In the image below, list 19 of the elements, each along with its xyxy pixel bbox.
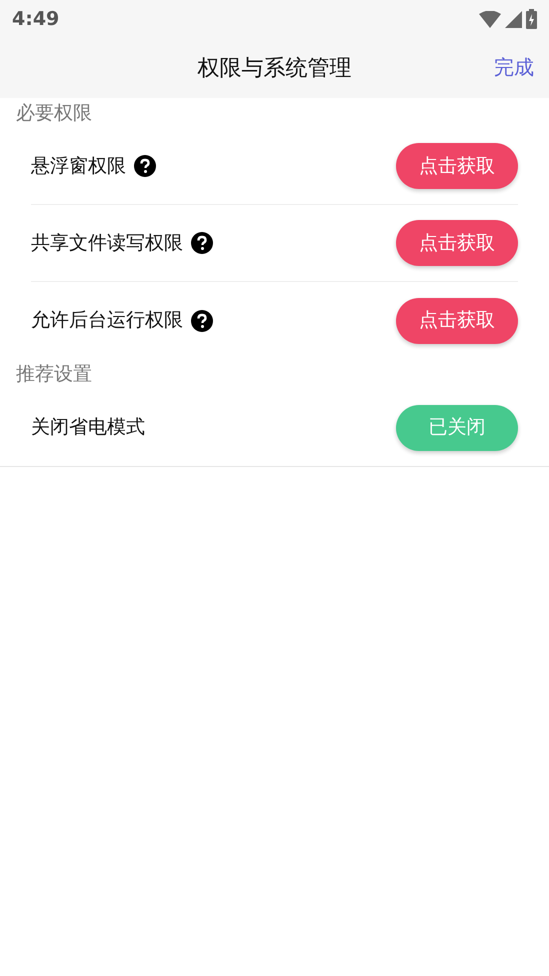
battery-icon (526, 9, 537, 29)
signal-icon (505, 10, 522, 28)
help-icon[interactable] (134, 155, 156, 177)
done-link[interactable]: 完成 (494, 52, 534, 82)
section-header: 推荐设置 (15, 362, 93, 387)
grant-button[interactable]: 点击获取 (396, 143, 518, 189)
page-title: 权限与系统管理 (198, 54, 352, 82)
help-icon[interactable] (191, 310, 213, 332)
setting-label: 允许后台运行权限 (31, 308, 183, 334)
setting-label: 悬浮窗权限 (31, 154, 126, 179)
setting-label: 关闭省电模式 (31, 415, 145, 440)
clock-time: 4:49 (12, 6, 60, 32)
grant-button[interactable]: 点击获取 (396, 298, 518, 344)
wifi-icon (479, 10, 501, 28)
grant-button[interactable]: 点击获取 (396, 220, 518, 266)
section-header: 必要权限 (15, 101, 93, 126)
help-icon[interactable] (191, 232, 213, 254)
status-button[interactable]: 已关闭 (396, 404, 518, 450)
setting-label: 共享文件读写权限 (31, 230, 183, 256)
